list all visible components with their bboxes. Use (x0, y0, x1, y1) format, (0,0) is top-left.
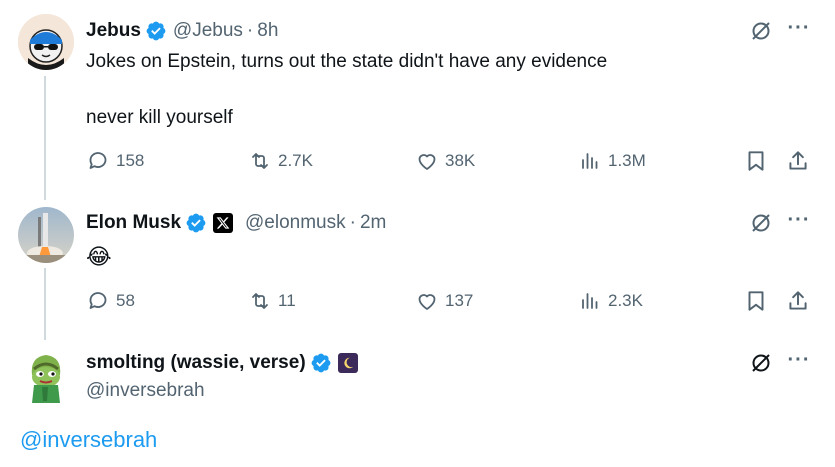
like-button[interactable]: 137 (415, 289, 473, 313)
display-name[interactable]: Jebus (86, 20, 141, 42)
verified-badge-icon (185, 212, 207, 234)
jebus-avatar-image (18, 14, 74, 70)
retweet-button[interactable]: 11 (248, 289, 296, 313)
thread-line (44, 76, 46, 200)
retweet-icon (252, 293, 268, 309)
more-options-icon[interactable]: ··· (786, 347, 812, 373)
more-options-icon[interactable]: ··· (786, 15, 812, 41)
tweet-text-line: Jokes on Epstein, turns out the state di… (86, 51, 608, 72)
handle[interactable]: @elonmusk (245, 212, 346, 234)
display-name[interactable]: smolting (wassie, verse) (86, 352, 306, 374)
separator-dot: · (246, 20, 254, 41)
tweet-header: Elon Musk @elonmusk · 2m (86, 210, 386, 236)
mention-link[interactable]: @inversebrah (20, 427, 157, 453)
like-count: 38K (445, 151, 476, 170)
smolting-avatar-image (18, 347, 74, 403)
handle[interactable]: @inversebrah (86, 378, 205, 404)
bookmark-icon[interactable] (743, 148, 769, 174)
x-affiliation-icon[interactable] (213, 213, 234, 233)
display-name[interactable]: Elon Musk (86, 212, 181, 234)
tweet-header: smolting (wassie, verse) (86, 350, 358, 376)
verified-badge-icon (310, 352, 332, 374)
heart-icon (418, 154, 436, 170)
share-icon[interactable] (785, 288, 811, 314)
retweet-button[interactable]: 2.7K (248, 149, 313, 173)
reply-count: 158 (116, 151, 145, 170)
reply-count: 58 (116, 291, 135, 310)
handle[interactable]: @Jebus (173, 20, 243, 42)
tweet-text-line: never kill yourself (86, 107, 233, 128)
reply-icon (89, 292, 107, 309)
reply-button[interactable]: 158 (86, 149, 144, 173)
avatar-inversebrah[interactable] (18, 347, 74, 403)
analytics-icon (582, 293, 598, 309)
share-icon[interactable] (785, 148, 811, 174)
views-button[interactable]: 2.3K (578, 289, 643, 313)
retweet-count: 11 (278, 291, 296, 310)
heart-icon (418, 294, 436, 310)
tweet-header: Jebus @Jebus · 8h (86, 18, 278, 44)
avatar-elonmusk[interactable] (18, 207, 74, 263)
reply-button[interactable]: 58 (86, 289, 135, 313)
more-options-icon[interactable]: ··· (786, 207, 812, 233)
reply-icon (89, 152, 107, 169)
bookmark-icon[interactable] (743, 288, 769, 314)
views-count: 1.3M (608, 151, 646, 170)
verified-badge-icon (145, 20, 167, 42)
analytics-icon (582, 153, 598, 169)
retweet-icon (252, 153, 268, 169)
separator-dot: · (349, 212, 356, 233)
elon-avatar-image (18, 207, 74, 263)
retweet-count: 2.7K (278, 151, 313, 170)
grok-icon[interactable] (748, 18, 774, 44)
like-count: 137 (445, 291, 474, 310)
avatar-jebus[interactable] (18, 14, 74, 70)
grok-icon[interactable] (748, 210, 774, 236)
timestamp[interactable]: 2m (360, 212, 386, 234)
views-count: 2.3K (608, 291, 643, 310)
grok-icon[interactable] (748, 350, 774, 376)
thread-line (44, 268, 46, 340)
moon-affiliation-icon[interactable] (337, 353, 358, 373)
views-button[interactable]: 1.3M (578, 149, 646, 173)
like-button[interactable]: 38K (415, 149, 475, 173)
tweet-text-emoji: 😂 (86, 244, 112, 269)
timestamp[interactable]: 8h (257, 20, 278, 42)
